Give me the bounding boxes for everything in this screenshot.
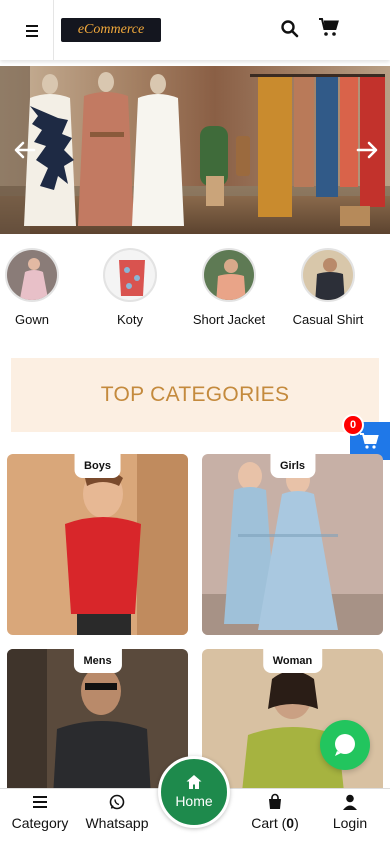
cart-icon[interactable] <box>318 16 344 40</box>
nav-cart[interactable]: Cart (0) <box>235 793 315 831</box>
mini-category-gown[interactable]: Gown <box>0 248 82 327</box>
chat-button[interactable] <box>320 720 370 770</box>
mini-category-label: Koty <box>116 312 143 327</box>
arrow-right-icon <box>356 141 378 159</box>
mini-category-short-jacket[interactable]: Short Jacket <box>179 248 279 327</box>
mini-categories: Gown Koty Short Jacket Casual Shirt <box>0 248 390 338</box>
gown-thumbnail <box>5 248 59 302</box>
top-categories-heading: TOP CATEGORIES <box>11 358 379 432</box>
chat-bubble-icon <box>335 734 355 756</box>
nav-whatsapp-label: Whatsapp <box>85 815 149 831</box>
header: eCommerce <box>0 0 390 60</box>
category-card-label: Boys <box>74 454 121 478</box>
nav-login[interactable]: Login <box>310 793 390 831</box>
list-icon <box>33 796 47 808</box>
nav-cart-close: ) <box>294 815 299 831</box>
girls-image <box>202 454 383 635</box>
mini-category-label: Gown <box>15 312 49 327</box>
category-card-label: Girls <box>269 454 316 478</box>
nav-cart-count: 0 <box>286 815 295 831</box>
arrow-left-icon <box>14 141 36 159</box>
nav-cart-text: Cart ( <box>251 815 287 831</box>
hero-illustration <box>0 66 385 234</box>
category-card-label: Mens <box>73 649 122 673</box>
floating-cart-badge: 0 <box>342 414 364 436</box>
menu-icon[interactable] <box>22 22 42 40</box>
mini-category-label: Short Jacket <box>192 312 266 327</box>
search-icon[interactable] <box>280 19 300 39</box>
whatsapp-icon <box>109 794 125 810</box>
mini-category-koty[interactable]: Koty <box>80 248 180 327</box>
nav-category-label: Category <box>11 815 69 831</box>
koty-thumbnail <box>103 248 157 302</box>
logo[interactable]: eCommerce <box>61 18 161 42</box>
mini-category-label: Casual Shirt <box>292 312 364 327</box>
nav-whatsapp[interactable]: Whatsapp <box>77 793 157 831</box>
user-icon <box>343 794 357 810</box>
hero-banner[interactable] <box>0 66 390 234</box>
nav-home-button[interactable]: Home <box>158 756 230 828</box>
hero-prev-arrow[interactable] <box>10 135 40 165</box>
shopping-bag-icon <box>269 793 281 809</box>
nav-category[interactable]: Category <box>0 793 80 831</box>
nav-login-label: Login <box>332 815 368 831</box>
hero-next-arrow[interactable] <box>352 135 382 165</box>
nav-cart-label: Cart (0) <box>235 815 315 831</box>
logo-text: eCommerce <box>77 22 145 37</box>
boys-image <box>7 454 188 635</box>
page: eCommerce 0 <box>0 0 390 848</box>
nav-home-label: Home <box>175 793 213 809</box>
category-card-boys[interactable]: Boys <box>7 454 188 635</box>
header-divider <box>53 0 54 60</box>
short-jacket-thumbnail <box>202 248 256 302</box>
mini-category-casual-shirt[interactable]: Casual Shirt <box>278 248 378 327</box>
casual-shirt-thumbnail <box>301 248 355 302</box>
home-icon <box>186 775 202 789</box>
category-card-girls[interactable]: Girls <box>202 454 383 635</box>
category-card-label: Woman <box>262 649 323 673</box>
